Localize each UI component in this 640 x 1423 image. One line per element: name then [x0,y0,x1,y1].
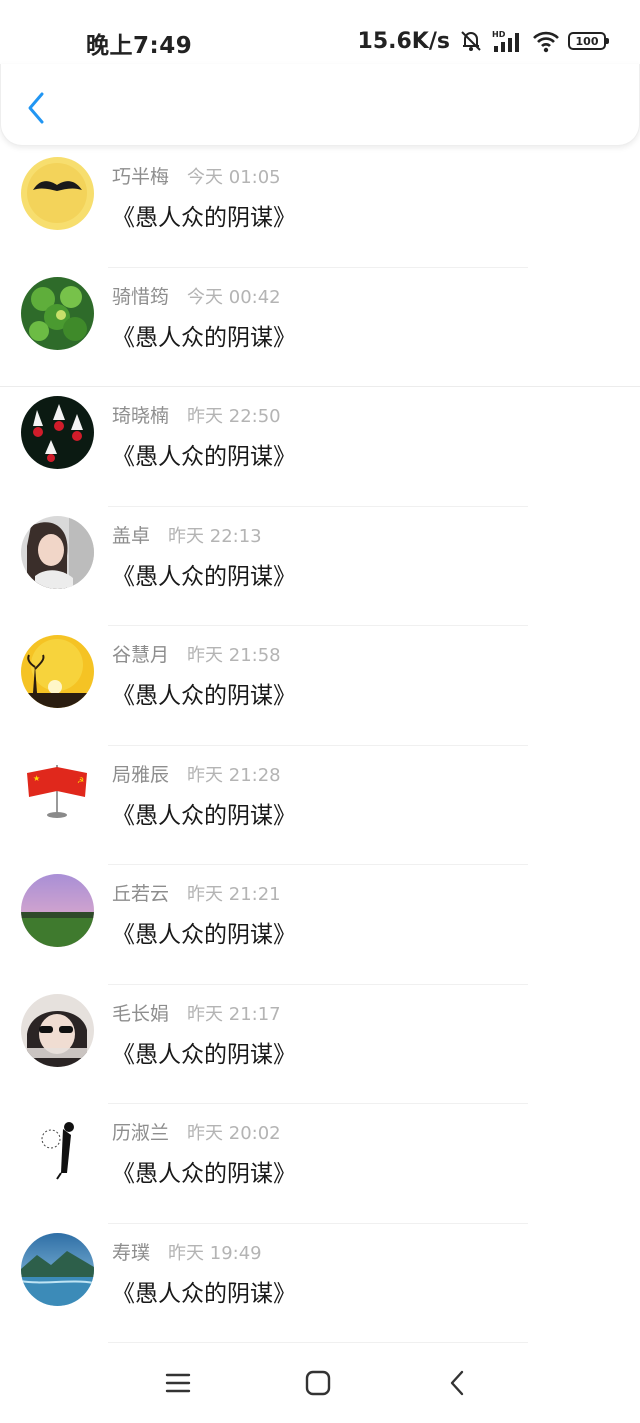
net-speed: 15.6K/s [357,28,450,54]
svg-text:☭: ☭ [77,776,84,785]
timestamp: 昨天 21:21 [187,884,281,905]
fuchsia-flower-avatar [21,396,94,469]
message-text: 《愚人众的阴谋》 [112,683,296,709]
message-text: 《愚人众的阴谋》 [112,1041,296,1068]
list-item[interactable]: 盖卓 昨天 22:13 《愚人众的阴谋》 [0,507,640,626]
sunset-avatar [21,635,94,708]
item-meta: 毛长娟 昨天 21:17 [112,999,281,1026]
sender-name: 谷慧月 [112,644,170,666]
svg-text:HD: HD [492,30,506,39]
chevron-left-icon [28,92,44,124]
timestamp: 昨天 22:50 [187,406,281,427]
status-icons: 15.6K/s HD 100 [357,26,609,56]
back-button[interactable] [21,88,51,128]
system-nav-bar [0,1343,640,1423]
list-item[interactable]: 历淑兰 昨天 20:02 《愚人众的阴谋》 [0,1104,640,1224]
timestamp: 昨天 21:28 [187,764,281,786]
sender-name: 毛长娟 [112,1002,170,1025]
hd-signal-icon: HD [492,28,524,54]
item-meta: 骑惜筠 今天 00:42 [112,282,281,309]
item-meta: 琦晓楠 昨天 22:50 [112,401,281,428]
back-nav-button[interactable] [432,1361,482,1405]
item-meta: 局雅辰 昨天 21:28 [112,760,281,787]
back-triangle-icon [450,1370,464,1396]
sender-name: 骑惜筠 [112,285,170,308]
item-meta: 巧半梅 今天 01:05 [112,162,281,189]
message-text: 《愚人众的阴谋》 [112,1280,296,1307]
timestamp: 今天 00:42 [187,286,281,308]
timestamp: 昨天 19:49 [168,1242,262,1264]
list-item[interactable]: ★ ☭ 局雅辰 昨天 21:28 《愚人众的阴谋》 [0,746,640,865]
item-meta: 盖卓 昨天 22:13 [112,521,262,548]
menu-button[interactable] [153,1361,203,1405]
timestamp: 今天 01:05 [187,167,281,188]
battery-icon: 100 [568,32,609,50]
svg-text:★: ★ [33,774,40,783]
item-meta: 谷慧月 昨天 21:58 [112,640,281,667]
item-meta: 寿璞 昨天 19:49 [112,1238,262,1265]
message-text: 《愚人众的阴谋》 [112,922,296,948]
wifi-icon [532,29,560,53]
sender-name: 寿璞 [112,1241,151,1264]
girl-portrait-avatar [21,515,94,589]
sunglasses-avatar [21,993,94,1067]
message-list: 巧半梅 今天 01:05 《愚人众的阴谋》 骑惜筠 今天 00:42 《愚人众的… [0,148,640,1343]
flags-avatar: ★ ☭ [21,754,94,828]
sender-name: 巧半梅 [112,166,170,188]
lake-landscape-avatar [21,1232,94,1306]
home-square-icon [305,1370,331,1396]
clover-avatar [21,276,94,350]
timestamp: 昨天 22:13 [168,525,262,547]
sender-name: 盖卓 [112,524,151,547]
message-text: 《愚人众的阴谋》 [112,444,296,470]
message-text: 《愚人众的阴谋》 [112,205,296,231]
home-button[interactable] [293,1361,343,1405]
message-text: 《愚人众的阴谋》 [112,324,296,351]
list-item[interactable]: 琦晓楠 昨天 22:50 《愚人众的阴谋》 [0,387,640,507]
item-meta: 历淑兰 昨天 20:02 [112,1118,281,1145]
sender-name: 历淑兰 [112,1122,170,1144]
mute-bell-icon [458,28,484,54]
list-item[interactable]: 谷慧月 昨天 21:58 《愚人众的阴谋》 [0,626,640,746]
sender-name: 琦晓楠 [112,405,170,427]
timestamp: 昨天 21:17 [187,1003,281,1025]
mustache-yellow-avatar [21,157,94,230]
message-text: 《愚人众的阴谋》 [112,1161,296,1187]
list-item[interactable]: 巧半梅 今天 01:05 《愚人众的阴谋》 [0,148,640,268]
message-text: 《愚人众的阴谋》 [112,563,296,590]
sender-name: 丘若云 [112,883,170,905]
list-item[interactable]: 寿璞 昨天 19:49 《愚人众的阴谋》 [0,1224,640,1343]
menu-icon [165,1373,191,1393]
dandelion-figure-avatar [21,1113,94,1186]
timestamp: 昨天 21:58 [187,645,281,666]
list-item[interactable]: 毛长娟 昨天 21:17 《愚人众的阴谋》 [0,985,640,1104]
message-text: 《愚人众的阴谋》 [112,802,296,829]
sender-name: 局雅辰 [112,763,170,786]
status-time: 晚上7:49 [86,33,193,59]
list-item[interactable]: 丘若云 昨天 21:21 《愚人众的阴谋》 [0,865,640,985]
top-header [0,64,640,146]
timestamp: 昨天 20:02 [187,1123,281,1144]
item-meta: 丘若云 昨天 21:21 [112,879,281,906]
purple-sky-field-avatar [21,874,94,947]
list-item[interactable]: 骑惜筠 今天 00:42 《愚人众的阴谋》 [0,268,640,387]
